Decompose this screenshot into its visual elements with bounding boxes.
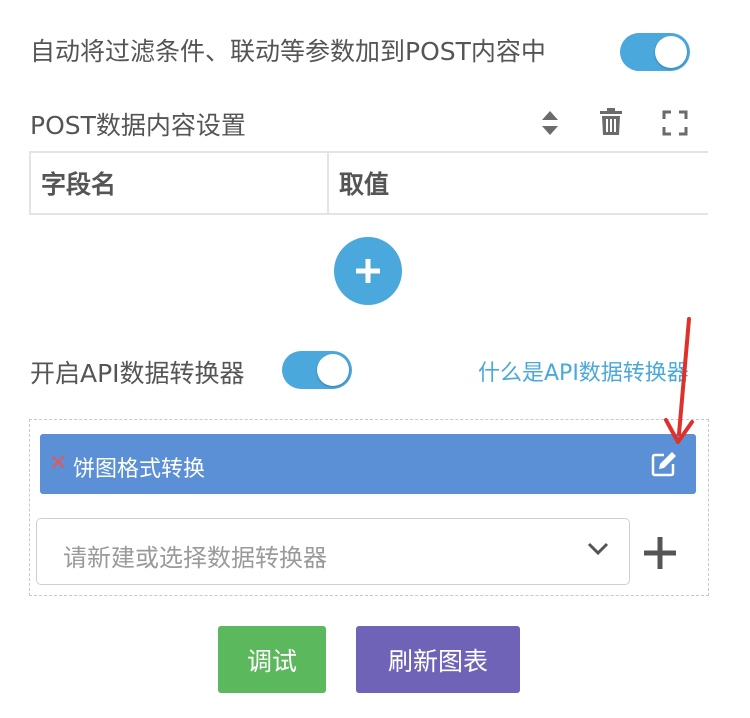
api-converter-toggle[interactable] bbox=[282, 351, 352, 389]
converter-select-placeholder: 请新建或选择数据转换器 bbox=[63, 544, 327, 572]
converter-select[interactable]: 请新建或选择数据转换器 bbox=[36, 518, 630, 585]
api-converter-help-link[interactable]: 什么是API数据转换器 bbox=[478, 355, 689, 387]
auto-params-label: 自动将过滤条件、联动等参数加到POST内容中 bbox=[30, 37, 546, 66]
sort-icon[interactable] bbox=[541, 110, 559, 140]
remove-icon[interactable]: ✕ bbox=[49, 451, 67, 476]
plus-icon bbox=[356, 259, 380, 283]
annotation-arrow-icon bbox=[660, 316, 700, 450]
debug-button[interactable]: 调试 bbox=[218, 626, 326, 693]
converter-item[interactable]: ✕ 饼图格式转换 bbox=[40, 434, 696, 494]
column-header-value: 取值 bbox=[339, 170, 390, 199]
add-row-button[interactable] bbox=[334, 237, 402, 305]
edit-icon[interactable] bbox=[650, 450, 678, 482]
refresh-chart-button[interactable]: 刷新图表 bbox=[356, 626, 520, 693]
fullscreen-icon[interactable] bbox=[662, 110, 688, 140]
auto-params-toggle[interactable] bbox=[620, 33, 690, 71]
converter-item-name: 饼图格式转换 bbox=[73, 457, 206, 482]
column-header-field: 字段名 bbox=[31, 153, 329, 213]
toggle-knob bbox=[317, 354, 349, 386]
add-converter-icon[interactable] bbox=[642, 535, 678, 575]
api-converter-label: 开启API数据转换器 bbox=[30, 359, 245, 388]
trash-icon[interactable] bbox=[599, 108, 623, 140]
chevron-down-icon bbox=[587, 541, 609, 561]
post-section-title: POST数据内容设置 bbox=[30, 111, 246, 140]
post-data-table: 字段名 取值 bbox=[29, 151, 708, 215]
toggle-knob bbox=[655, 36, 687, 68]
